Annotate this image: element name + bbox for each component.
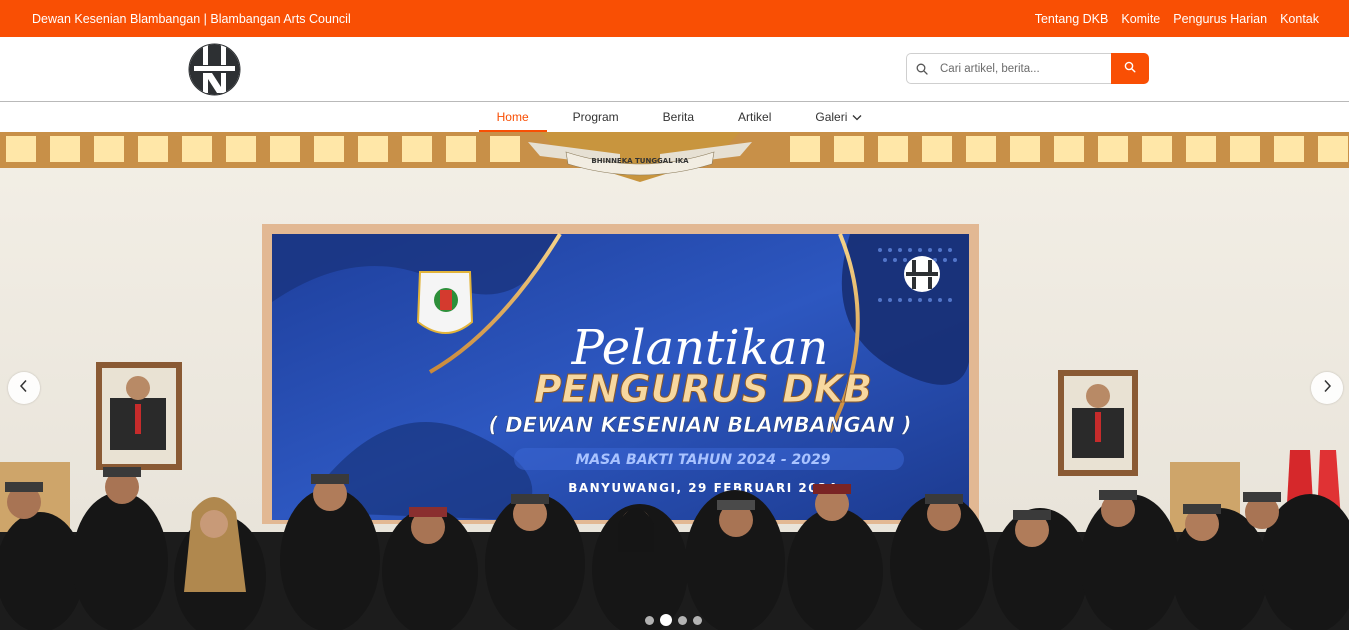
search-icon (1124, 60, 1136, 78)
carousel-dot-4[interactable] (693, 615, 702, 625)
top-link-tentang-dkb[interactable]: Tentang DKB (1035, 12, 1109, 26)
nav-item-program[interactable]: Program (551, 102, 641, 132)
top-link-kontak[interactable]: Kontak (1280, 12, 1319, 26)
search-input[interactable] (940, 62, 1100, 75)
nav-label: Artikel (738, 110, 772, 124)
nav-label: Galeri (815, 110, 848, 124)
top-bar: Dewan Kesenian Blambangan | Blambangan A… (0, 0, 1349, 37)
nav-label: Home (496, 110, 529, 124)
emblem-ribbon: BHINNEKA TUNGGAL IKA (591, 157, 689, 165)
top-link-pengurus-harian[interactable]: Pengurus Harian (1173, 12, 1267, 26)
nav-item-artikel[interactable]: Artikel (716, 102, 793, 132)
search-field (906, 53, 1111, 84)
banner-subtitle-line: ( DEWAN KESENIAN BLAMBANGAN ) (488, 413, 911, 437)
banner-title-line: PENGURUS DKB (534, 367, 872, 411)
banner-period-line: MASA BAKTI TAHUN 2024 - 2029 (575, 452, 830, 468)
hero-carousel: BHINNEKA TUNGGAL IKA Pelantikan PENGURUS… (0, 132, 1349, 630)
nav-item-home[interactable]: Home (475, 102, 551, 132)
main-nav: Home Program Berita Artikel Galeri (0, 102, 1349, 132)
carousel-dot-2[interactable] (660, 614, 672, 626)
site-name: Dewan Kesenian Blambangan | Blambangan A… (32, 11, 351, 26)
chevron-left-icon (18, 379, 30, 398)
top-links: Tentang DKB Komite Pengurus Harian Konta… (1035, 12, 1319, 26)
dkb-logo[interactable] (188, 43, 241, 96)
hero-slide-image: BHINNEKA TUNGGAL IKA Pelantikan PENGURUS… (0, 132, 1349, 630)
search-icon (916, 62, 930, 76)
banner-location-line: BANYUWANGI, 29 FEBRUARI 2024 (568, 481, 838, 495)
nav-item-berita[interactable]: Berita (641, 102, 716, 132)
search-button[interactable] (1111, 53, 1149, 84)
carousel-next-button[interactable] (1311, 372, 1343, 404)
top-link-komite[interactable]: Komite (1121, 12, 1160, 26)
nav-item-galeri[interactable]: Galeri (793, 102, 884, 132)
search-bar (906, 53, 1149, 84)
chevron-down-icon (852, 114, 862, 121)
carousel-indicators (645, 614, 702, 626)
nav-label: Berita (662, 110, 695, 124)
header (0, 37, 1349, 102)
carousel-prev-button[interactable] (8, 372, 40, 404)
carousel-dot-1[interactable] (645, 615, 654, 625)
carousel-dot-3[interactable] (678, 615, 687, 625)
chevron-right-icon (1321, 379, 1333, 398)
nav-label: Program (572, 110, 619, 124)
